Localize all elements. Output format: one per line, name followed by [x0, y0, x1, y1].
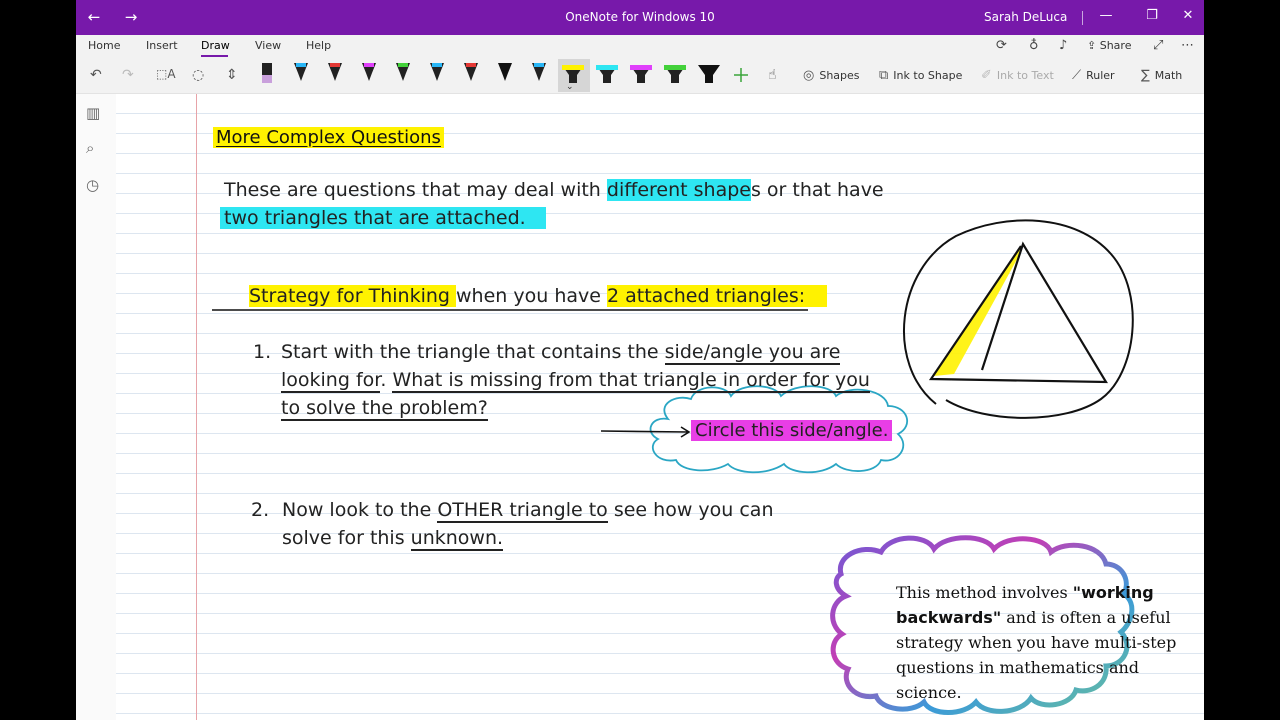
step1-underline-b: looking for — [281, 369, 381, 393]
ink-to-text-label: Ink to Text — [996, 69, 1054, 82]
step1-underline-a: side/angle you are — [664, 341, 841, 365]
step2-text-a: Now look to the — [282, 499, 438, 521]
lightbulb-icon[interactable]: ♁ — [1029, 38, 1039, 53]
active-tab-underline — [201, 55, 228, 57]
note-heading[interactable]: More Complex Questions — [213, 127, 444, 148]
share-label: Share — [1099, 39, 1132, 52]
step2-underline-a: OTHER triangle to — [437, 499, 608, 523]
step2-number: 2. — [251, 499, 270, 521]
highlighter-green[interactable] — [664, 65, 686, 83]
onenote-window: ← → OneNote for Windows 10 Sarah DeLuca … — [76, 0, 1204, 720]
cloud-note-text[interactable]: Circle this side/angle. — [691, 420, 893, 441]
step2-line-1[interactable]: Now look to the OTHER triangle to see ho… — [282, 499, 774, 523]
pen-7[interactable] — [464, 63, 478, 81]
shapes-label: Shapes — [819, 69, 860, 82]
shapes-icon: ◎ — [803, 68, 815, 83]
step2-line-2[interactable]: solve for this unknown. — [282, 527, 504, 551]
cloud-arrow — [600, 426, 691, 438]
step1-underline-c: What is missing from that triangle in or… — [392, 369, 870, 393]
strategy-line[interactable]: Strategy for Thinking when you have 2 at… — [249, 285, 828, 307]
shapes-button[interactable]: ◎ Shapes — [803, 68, 860, 83]
strategy-text-c: 2 attached triangles: — [606, 285, 828, 307]
intro-text-a: These are questions that may deal with — [224, 179, 607, 201]
step2-text-b: see how you can — [607, 499, 774, 521]
pen-6[interactable] — [430, 63, 444, 81]
ruler-icon: ⟋ — [1072, 68, 1082, 83]
callout-text-pre: This method involves — [896, 583, 1073, 602]
tab-home[interactable]: Home — [88, 39, 120, 52]
highlighter-cyan[interactable] — [596, 65, 618, 83]
ink-to-text-icon: ✐ — [981, 68, 992, 83]
step1-line-3[interactable]: to solve the problem? — [281, 397, 488, 421]
highlighter-magenta[interactable] — [630, 65, 652, 83]
step1-number: 1. — [253, 341, 272, 363]
close-icon[interactable]: ✕ — [1176, 8, 1200, 23]
title-divider — [1082, 11, 1083, 25]
minimize-icon[interactable]: — — [1094, 8, 1118, 23]
step1-line-2[interactable]: looking for. What is missing from that t… — [281, 369, 870, 393]
restore-icon[interactable]: ❐ — [1140, 8, 1164, 23]
pen-2[interactable] — [294, 63, 308, 81]
intro-line-1[interactable]: These are questions that may deal with d… — [224, 179, 884, 201]
ribbon-tabs: Home Insert Draw View Help ⟳ ♁ ♪ ⇪ Share… — [76, 35, 1204, 59]
pen-9[interactable] — [532, 63, 546, 81]
note-canvas[interactable]: More Complex Questions These are questio… — [116, 94, 1204, 720]
ink-to-shape-icon: ⧉ — [879, 68, 889, 83]
pen-5[interactable] — [396, 63, 410, 81]
ink-to-shape-button[interactable]: ⧉ Ink to Shape — [879, 68, 962, 83]
math-icon: ∑ — [1141, 68, 1150, 83]
pen-1[interactable] — [262, 63, 272, 83]
navigation-rail: ▥ ⌕ ◷ — [76, 94, 117, 720]
strategy-text-a: Strategy for Thinking — [249, 285, 457, 307]
highlighter-yellow[interactable]: ⌄ — [562, 65, 584, 92]
recent-clock-icon[interactable]: ◷ — [86, 176, 99, 194]
search-icon[interactable]: ⌕ — [86, 139, 94, 157]
pen-8[interactable] — [498, 63, 512, 81]
share-icon: ⇪ — [1087, 39, 1100, 52]
tab-insert[interactable]: Insert — [146, 39, 178, 52]
step2-text-c: solve for this — [282, 527, 411, 549]
intro-highlight-shapes: different shape — [606, 179, 751, 201]
step1-underline-d: to solve the problem? — [281, 397, 488, 421]
tab-draw[interactable]: Draw — [201, 39, 230, 52]
sync-icon[interactable]: ⟳ — [996, 38, 1007, 53]
step2-underline-b: unknown. — [410, 527, 504, 551]
pen-gallery: ⌄ — [262, 63, 748, 92]
pen-4[interactable] — [362, 63, 376, 81]
highlighter-black[interactable] — [698, 65, 720, 83]
pen-3[interactable] — [328, 63, 342, 81]
notebooks-icon[interactable]: ▥ — [86, 104, 100, 122]
more-options-icon[interactable]: ⋯ — [1181, 38, 1194, 53]
title-bar: ← → OneNote for Windows 10 Sarah DeLuca … — [76, 0, 1204, 35]
callout-text[interactable]: This method involves "working backwards"… — [896, 580, 1204, 705]
step1-text-b: . — [380, 369, 393, 391]
math-button[interactable]: ∑ Math — [1141, 68, 1182, 83]
add-pen-icon[interactable] — [734, 68, 748, 82]
intro-line-2[interactable]: two triangles that are attached. — [220, 207, 546, 229]
touch-draw-icon[interactable]: ☝ — [768, 67, 777, 83]
tab-help[interactable]: Help — [306, 39, 331, 52]
ruler-label: Ruler — [1086, 69, 1115, 82]
draw-toolbar: ↶ ↷ ⬚A ◌ ⇕ ⌄ ☝ ◎ Shapes ⧉ Ink to Shape ✐ In… — [76, 59, 1204, 94]
step1-text-a: Start with the triangle that contains th… — [281, 341, 665, 363]
intro-text-b: s or that have — [750, 179, 884, 201]
ink-to-text-button[interactable]: ✐ Ink to Text — [981, 68, 1054, 83]
svg-text:⌄: ⌄ — [566, 82, 574, 92]
user-name[interactable]: Sarah DeLuca — [984, 10, 1067, 24]
ruler-button[interactable]: ⟋ Ruler — [1072, 68, 1115, 83]
step1-line-1[interactable]: Start with the triangle that contains th… — [281, 341, 841, 365]
tab-view[interactable]: View — [255, 39, 281, 52]
share-button[interactable]: ⇪ Share — [1087, 39, 1131, 52]
math-label: Math — [1154, 69, 1183, 82]
bell-icon[interactable]: ♪ — [1059, 38, 1067, 53]
strategy-text-b: when you have — [456, 285, 607, 307]
ink-to-shape-label: Ink to Shape — [893, 69, 963, 82]
expand-icon[interactable]: ⤢ — [1153, 38, 1163, 53]
intro-highlight-triangles: two triangles that are attached. — [220, 207, 546, 229]
